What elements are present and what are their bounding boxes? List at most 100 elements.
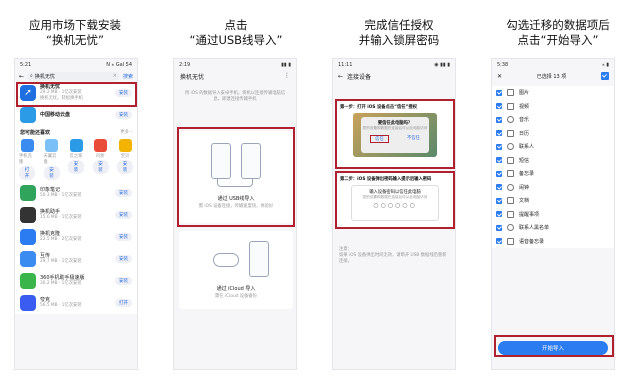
- icloud-option-label: 通过 iCloud 导入: [216, 286, 256, 292]
- app-name: 中国移动云盘: [40, 112, 71, 118]
- more-link[interactable]: 更多 ›: [120, 129, 132, 136]
- checkbox[interactable]: [496, 184, 502, 191]
- status-time: 5:38: [497, 61, 509, 68]
- close-icon[interactable]: ✕: [497, 73, 502, 80]
- list-item[interactable]: 夸克 56.5 MB · 1亿次安装 打开: [15, 292, 137, 314]
- highlight-box: [16, 82, 137, 107]
- note-text: 如果 iOS 设备弹出时间无效，请断开 USB 数据线后重新连接。: [339, 253, 447, 264]
- caption-line: 点击“开始导入”: [517, 33, 599, 47]
- checkbox[interactable]: [496, 170, 502, 177]
- list-item[interactable]: 360手机助手极速版 30.2 MB · 1亿次安装 安装: [15, 270, 137, 292]
- data-item[interactable]: 视频: [492, 99, 614, 113]
- checkbox[interactable]: [496, 103, 502, 110]
- checkbox[interactable]: [496, 130, 502, 137]
- grid-app-button[interactable]: 安装: [117, 160, 133, 174]
- data-item[interactable]: 联系人黑名单: [492, 221, 614, 235]
- caption-line: 勾选迁移的数据项后: [506, 18, 610, 32]
- install-button[interactable]: 安装: [115, 111, 132, 119]
- data-item[interactable]: 联系人: [492, 140, 614, 154]
- checkbox[interactable]: [496, 116, 502, 123]
- search-query: 换机无忧: [34, 73, 55, 80]
- grid-app-label: 天翼云盘: [43, 154, 57, 165]
- icloud-import-card[interactable]: 通过 iCloud 导入 需在 iCloud 设备备份: [179, 231, 293, 309]
- data-item[interactable]: 提醒事项: [492, 207, 614, 221]
- clear-icon[interactable]: ×: [113, 73, 117, 79]
- grid-app-button[interactable]: 安装: [92, 160, 109, 174]
- install-button[interactable]: 安装: [115, 277, 132, 285]
- grid-app[interactable]: 宝贝 安装: [117, 139, 133, 180]
- caption-line: 完成信任授权: [364, 18, 434, 32]
- checkbox[interactable]: [496, 143, 502, 150]
- more-icon[interactable]: ⋮: [284, 72, 290, 81]
- app-icon: [20, 139, 34, 152]
- app-result-cloud[interactable]: 中国移动云盘 安装: [15, 104, 137, 126]
- app-icon: [94, 139, 107, 152]
- grid-app[interactable]: 手机克隆 打开: [19, 139, 35, 180]
- data-item[interactable]: 短信: [492, 153, 614, 167]
- list-item[interactable]: 印象笔记 50.3 MB · 1亿次安装 安装: [15, 182, 137, 204]
- list-item[interactable]: 换机助手 15.6 MB · 1亿次安装 安装: [15, 204, 137, 226]
- contact-icon: [507, 143, 514, 151]
- install-button[interactable]: 安装: [115, 255, 132, 263]
- app-icon: [20, 207, 36, 223]
- grid-app[interactable]: 天翼云盘 安装: [43, 139, 60, 180]
- step-caption-2: 点击 “通过USB线导入”: [161, 18, 311, 48]
- app-meta: 29.7 MB · 1亿次安装: [40, 259, 82, 264]
- data-item[interactable]: 文档: [492, 194, 614, 208]
- list-item[interactable]: 互传 29.7 MB · 1亿次安装 安装: [15, 248, 137, 270]
- checkbox[interactable]: [496, 89, 502, 96]
- checkbox[interactable]: [496, 197, 502, 204]
- grid-app-label: 同步: [96, 154, 105, 159]
- list-item[interactable]: 换机克隆 22.5 MB · 2亿次安装 安装: [15, 226, 137, 248]
- data-item[interactable]: 备忘录: [492, 167, 614, 181]
- back-arrow-icon[interactable]: ←: [19, 73, 24, 80]
- recommend-header: 您可能还喜欢 更多 ›: [15, 126, 137, 137]
- install-button[interactable]: 安装: [115, 233, 132, 241]
- data-item[interactable]: 音乐: [492, 113, 614, 127]
- data-item[interactable]: 日历: [492, 126, 614, 140]
- install-button[interactable]: 安装: [115, 189, 132, 197]
- grid-app-button[interactable]: 打开: [19, 166, 35, 180]
- open-button[interactable]: 打开: [115, 299, 132, 307]
- app-meta: 15.6 MB · 1亿次安装: [40, 215, 82, 220]
- data-item[interactable]: 图片: [492, 86, 614, 100]
- select-all-checkbox[interactable]: [601, 72, 609, 80]
- page-title: 换机无忧: [180, 74, 205, 81]
- calendar-icon: [507, 129, 514, 137]
- app-icon: [118, 139, 132, 152]
- recommend-title: 您可能还喜欢: [20, 130, 51, 136]
- app-icon: [20, 251, 36, 267]
- install-button[interactable]: 安装: [115, 211, 132, 219]
- cloud-icon: [213, 253, 239, 267]
- caption-line: 应用市场下载安装: [29, 18, 121, 32]
- grid-app-button[interactable]: 安装: [43, 166, 60, 180]
- app-icon: [69, 139, 83, 152]
- grid-app[interactable]: 同步 安装: [92, 139, 109, 180]
- highlight-box: [335, 99, 455, 169]
- checkbox[interactable]: [496, 157, 502, 164]
- music-icon: [507, 116, 514, 124]
- data-item-label: 备忘录: [519, 171, 535, 178]
- phone-connect-device: 11:11 ◉ ▮▮ ▮ ← 连接设备 第一步：打开 iOS 设备点击“信任”授权 …: [332, 58, 456, 370]
- android-phone-icon: [249, 241, 269, 277]
- step-caption-1: 应用市场下载安装 “换机无忧”: [0, 18, 150, 48]
- app-meta: 22.5 MB · 2亿次安装: [40, 237, 82, 242]
- checkbox[interactable]: [496, 224, 502, 231]
- step-caption-3: 完成信任授权 并输入锁屏密码: [324, 18, 474, 48]
- search-button[interactable]: 搜索: [123, 73, 133, 80]
- data-item[interactable]: 闹钟: [492, 180, 614, 194]
- data-item-label: 联系人: [519, 144, 535, 151]
- checkbox[interactable]: [496, 211, 502, 218]
- video-icon: [507, 102, 514, 110]
- caption-line: “换机无忧”: [46, 33, 104, 47]
- data-item[interactable]: 语音备忘录: [492, 234, 614, 248]
- back-arrow-icon[interactable]: ←: [338, 73, 343, 80]
- status-bar: 5:38 ⁎ ▮: [492, 59, 614, 70]
- data-item-label: 音乐: [519, 117, 530, 124]
- data-item-label: 短信: [519, 157, 530, 164]
- app-header: ✕ 已选择 13 项: [492, 70, 614, 82]
- grid-app[interactable]: 云之家 安装: [68, 139, 84, 180]
- checkbox[interactable]: [496, 238, 502, 245]
- grid-app-button[interactable]: 安装: [68, 160, 84, 174]
- search-input[interactable]: ⌕ 换机无忧 ×: [27, 71, 120, 81]
